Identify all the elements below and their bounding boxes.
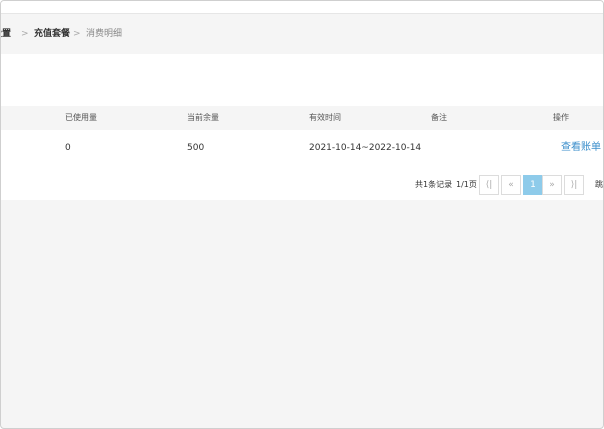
column-header-period: 有效时间 bbox=[309, 113, 341, 122]
view-bill-link[interactable]: 查看账单 bbox=[561, 130, 601, 166]
breadcrumb: 设置 > 充值套餐 > 消费明细 bbox=[1, 14, 603, 54]
content-panel: 已使用量 当前余量 有效时间 备注 操作 0 500 2021-10-14~20… bbox=[1, 54, 603, 200]
breadcrumb-item-recharge[interactable]: 充值套餐 bbox=[34, 14, 70, 54]
column-header-action: 操作 bbox=[553, 113, 569, 122]
last-page-button[interactable]: ⟩| bbox=[564, 175, 584, 195]
column-header-note: 备注 bbox=[431, 113, 447, 122]
prev-page-button[interactable]: « bbox=[501, 175, 521, 195]
pagination-total: 共1条记录 bbox=[415, 180, 453, 189]
cell-remaining: 500 bbox=[187, 143, 205, 153]
table-header: 已使用量 当前余量 有效时间 备注 操作 bbox=[1, 106, 603, 130]
breadcrumb-item-settings[interactable]: 设置 bbox=[1, 14, 11, 54]
breadcrumb-separator: > bbox=[73, 29, 81, 39]
column-header-used: 已使用量 bbox=[65, 113, 97, 122]
column-header-remaining: 当前余量 bbox=[187, 113, 219, 122]
first-page-button[interactable]: ⟨| bbox=[479, 175, 499, 195]
jump-label: 跳 bbox=[595, 180, 603, 189]
breadcrumb-item-current: 消费明细 bbox=[86, 29, 123, 39]
top-strip bbox=[1, 1, 603, 13]
cell-used: 0 bbox=[65, 143, 71, 153]
breadcrumb-separator: > bbox=[21, 29, 29, 39]
next-page-button[interactable]: » bbox=[542, 175, 562, 195]
page-1-button[interactable]: 1 bbox=[523, 175, 543, 195]
pagination: 共1条记录 1/1页 ⟨| « 1 » ⟩| 跳 bbox=[1, 175, 603, 195]
pagination-pages: 1/1页 bbox=[456, 180, 477, 189]
cell-period: 2021-10-14~2022-10-14 bbox=[309, 143, 422, 153]
window: 设置 > 充值套餐 > 消费明细 已使用量 当前余量 有效时间 备注 操作 0 … bbox=[0, 0, 604, 429]
table-row: 0 500 2021-10-14~2022-10-14 查看账单 bbox=[1, 130, 603, 166]
